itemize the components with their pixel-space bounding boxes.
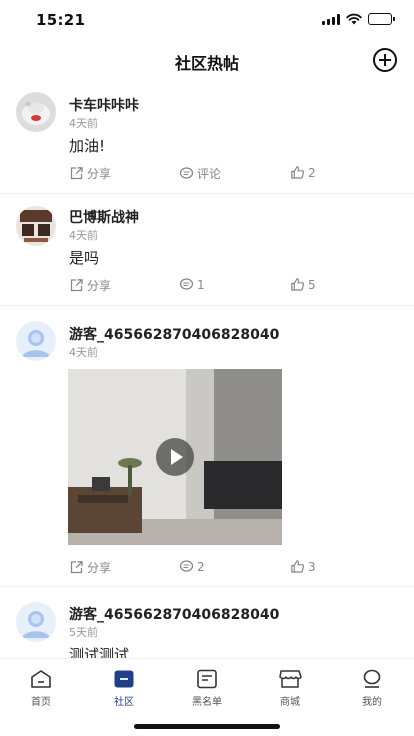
tab-community-label: 社区 — [114, 697, 134, 708]
post-actions: 分享 评论 2 — [69, 165, 394, 183]
comment-count: 1 — [197, 277, 205, 292]
post-item[interactable]: 游客_465662870406828040 5天前 测试测试 — [0, 587, 414, 658]
share-button[interactable]: 分享 — [69, 277, 111, 294]
share-icon — [70, 561, 83, 574]
like-count: 3 — [308, 559, 316, 574]
share-button[interactable]: 分享 — [69, 559, 111, 576]
post-actions: 分享 2 3 — [69, 559, 394, 577]
blacklist-icon — [197, 669, 217, 689]
battery-icon — [368, 13, 395, 25]
thumbs-up-icon — [291, 278, 305, 291]
home-icon — [31, 670, 51, 688]
like-count: 5 — [308, 277, 316, 292]
post-actions: 分享 1 5 — [69, 277, 394, 295]
share-icon — [70, 167, 83, 180]
comment-icon — [179, 167, 194, 179]
status-time: 15:21 — [36, 11, 86, 29]
comment-button[interactable]: 2 — [179, 559, 205, 574]
home-indicator[interactable] — [134, 724, 280, 729]
tab-home-label: 首页 — [31, 697, 51, 708]
post-time: 5天前 — [69, 626, 98, 639]
tab-shop-label: 商城 — [280, 697, 300, 708]
post-content: 加油! — [69, 137, 106, 155]
tab-shop[interactable]: 商城 — [260, 669, 320, 708]
user-avatar[interactable] — [16, 602, 56, 642]
post-item[interactable]: 卡车咔咔咔 4天前 加油! 分享 评论 2 — [0, 82, 414, 194]
default-guest-avatar-icon — [16, 602, 56, 642]
tab-home[interactable]: 首页 — [11, 669, 71, 708]
status-icons — [322, 13, 395, 25]
post-time: 4天前 — [69, 229, 98, 242]
thumbs-up-icon — [291, 560, 305, 573]
post-username[interactable]: 游客_465662870406828040 — [69, 324, 279, 344]
user-avatar[interactable] — [16, 321, 56, 361]
post-item[interactable]: 游客_465662870406828040 4天前 分享 2 3 — [0, 306, 414, 587]
wifi-icon — [346, 13, 362, 25]
share-icon — [70, 279, 83, 292]
share-label: 分享 — [87, 561, 112, 575]
signal-icon — [322, 13, 340, 25]
comment-button[interactable]: 评论 — [179, 165, 221, 182]
post-item[interactable]: 巴博斯战神 4天前 是吗 分享 1 5 — [0, 194, 414, 306]
post-content: 测试测试 — [69, 646, 130, 658]
like-button[interactable]: 3 — [290, 559, 316, 574]
default-guest-avatar-icon — [16, 321, 56, 361]
page-title: 社区热帖 — [174, 54, 239, 73]
like-count: 2 — [308, 165, 316, 180]
tab-profile-label: 我的 — [362, 697, 382, 708]
tab-community[interactable]: 社区 — [94, 669, 154, 708]
status-bar: 15:21 — [0, 0, 414, 40]
share-label: 分享 — [87, 167, 112, 181]
nav-bar: 社区热帖 — [0, 40, 414, 82]
comment-button[interactable]: 1 — [179, 277, 205, 292]
user-photo-avatar-icon — [16, 92, 56, 132]
share-button[interactable]: 分享 — [69, 165, 111, 182]
shop-icon — [279, 670, 302, 688]
post-video[interactable] — [68, 369, 282, 545]
post-username[interactable]: 巴博斯战神 — [69, 207, 139, 227]
add-post-button[interactable] — [373, 48, 397, 72]
tab-profile[interactable]: 我的 — [342, 669, 402, 708]
play-icon[interactable] — [156, 438, 194, 476]
community-icon — [114, 670, 134, 688]
comment-icon — [179, 278, 194, 290]
user-photo-avatar-icon — [16, 206, 56, 246]
comment-label: 评论 — [197, 167, 222, 181]
comment-icon — [179, 560, 194, 572]
post-time: 4天前 — [69, 117, 98, 130]
profile-icon — [363, 669, 381, 688]
tab-blacklist-label: 黑名单 — [192, 697, 222, 708]
user-avatar[interactable] — [16, 92, 56, 132]
post-feed[interactable]: 卡车咔咔咔 4天前 加油! 分享 评论 2 巴博斯战神 4天前 是吗 分享 1 … — [0, 82, 414, 658]
tab-blacklist[interactable]: 黑名单 — [177, 669, 237, 708]
post-content: 是吗 — [69, 249, 100, 267]
post-username[interactable]: 游客_465662870406828040 — [69, 604, 279, 624]
share-label: 分享 — [87, 279, 112, 293]
like-button[interactable]: 2 — [290, 165, 316, 180]
like-button[interactable]: 5 — [290, 277, 316, 292]
post-time: 4天前 — [69, 346, 98, 359]
thumbs-up-icon — [291, 166, 305, 179]
post-username[interactable]: 卡车咔咔咔 — [69, 95, 139, 115]
user-avatar[interactable] — [16, 206, 56, 246]
comment-count: 2 — [197, 559, 205, 574]
